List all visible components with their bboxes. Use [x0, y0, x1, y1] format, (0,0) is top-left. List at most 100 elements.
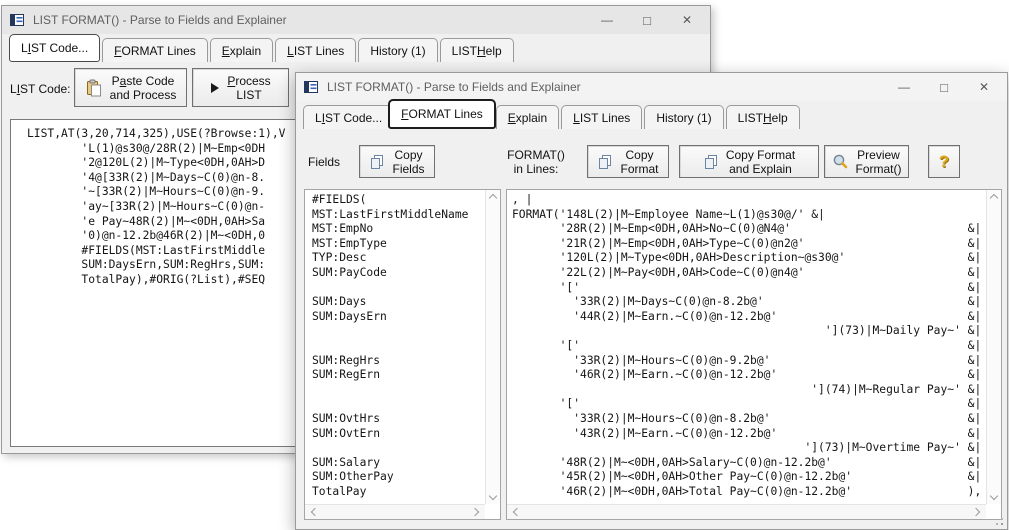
screenshot-stage: LIST FORMAT() - Parse to Fields and Expl…: [0, 0, 1009, 530]
maximize-button[interactable]: □: [927, 73, 961, 101]
field-line: [312, 324, 485, 339]
tab-label-part: History (1): [656, 111, 711, 125]
field-line: [312, 383, 485, 398]
paste-icon: [85, 79, 103, 97]
tab-label-part: History (1): [370, 44, 425, 58]
tab-list-code[interactable]: LIST Code...: [303, 105, 394, 129]
field-line: TYP:Desc: [312, 251, 485, 266]
field-line: [312, 441, 485, 456]
tab-label-part: E: [222, 44, 230, 58]
scroll-left-icon[interactable]: [311, 508, 319, 516]
minimize-button[interactable]: —: [887, 73, 921, 101]
button-label: CopyFields: [392, 148, 424, 176]
tab-list-lines[interactable]: LIST Lines: [561, 105, 642, 129]
format-line: '48R(2)|M~<0DH,0AH>Salary~C(0)@n-12.2b@'…: [512, 456, 986, 471]
tab-list-help[interactable]: LIST Help: [440, 38, 514, 62]
window-title: LIST FORMAT() - Parse to Fields and Expl…: [33, 13, 287, 27]
window-title: LIST FORMAT() - Parse to Fields and Expl…: [327, 80, 581, 94]
close-button[interactable]: ✕: [670, 6, 704, 34]
close-button[interactable]: ✕: [967, 73, 1001, 101]
back-tab-row: LIST Code... FORMAT Lines Explain LIST L…: [9, 36, 710, 62]
process-list-button[interactable]: ProcessLIST: [192, 68, 289, 107]
format-line: '28R(2)|M~Emp<0DH,0AH>No~C(0)@N4@' &|: [512, 222, 986, 237]
tab-list-code[interactable]: LIST Code...: [9, 34, 100, 62]
button-label-line: and Explain: [729, 162, 792, 176]
tab-list-help[interactable]: LIST Help: [726, 105, 800, 129]
format-line: '[' &|: [512, 281, 986, 296]
copy-format-and-explain-button[interactable]: Copy Formatand Explain: [679, 145, 819, 178]
tab-history[interactable]: History (1): [644, 105, 723, 129]
format-line: '[' &|: [512, 397, 986, 412]
tab-format-lines[interactable]: FORMAT Lines: [102, 38, 208, 62]
field-line: MST:EmpNo: [312, 222, 485, 237]
fields-pane[interactable]: #FIELDS( MST:LastFirstMiddleName MST:Emp…: [304, 189, 501, 520]
tab-label-part: LIST: [738, 111, 763, 125]
button-label: Paste Codeand Process: [110, 74, 177, 102]
resize-grip[interactable]: [1001, 523, 1003, 525]
minimize-button[interactable]: —: [590, 6, 624, 34]
field-line: SUM:RegHrs: [312, 354, 485, 369]
button-label: ProcessLIST: [227, 74, 270, 102]
tab-label-part: elp: [486, 44, 502, 58]
field-line: TotalPay: [312, 485, 485, 500]
tab-explain[interactable]: Explain: [210, 38, 273, 62]
vertical-scrollbar[interactable]: [986, 190, 1001, 504]
scroll-up-icon[interactable]: [489, 194, 497, 202]
paste-code-and-process-button[interactable]: Paste Codeand Process: [74, 68, 187, 107]
field-line: SUM:DaysErn: [312, 310, 485, 325]
scroll-right-icon[interactable]: [972, 508, 980, 516]
front-window-controls: — □ ✕: [887, 73, 1007, 101]
front-titlebar[interactable]: LIST FORMAT() - Parse to Fields and Expl…: [296, 73, 1007, 101]
field-line: MST:LastFirstMiddleName: [312, 208, 485, 223]
list-code-label: LIST Code:: [10, 82, 71, 96]
tab-label-part: LIST: [452, 44, 477, 58]
maximize-button[interactable]: □: [630, 6, 664, 34]
field-line: SUM:OvtErn: [312, 427, 485, 442]
tab-label-part: E: [508, 111, 516, 125]
label-part: FORMAT(): [507, 148, 565, 162]
format-line: , |: [512, 193, 986, 208]
format-line: FORMAT('148L(2)|M~Employee Name~L(1)@s30…: [512, 208, 986, 223]
tab-history[interactable]: History (1): [358, 38, 437, 62]
scroll-up-icon[interactable]: [990, 194, 998, 202]
button-label-line: Copy Format: [726, 148, 795, 162]
scroll-right-icon[interactable]: [471, 508, 479, 516]
tab-label-part: ORMAT Lines: [409, 107, 483, 121]
tab-label-part: H: [477, 44, 486, 58]
copy-icon: [597, 154, 613, 170]
scroll-down-icon[interactable]: [489, 492, 497, 500]
copy-fields-button[interactable]: CopyFields: [359, 145, 435, 178]
horizontal-scrollbar[interactable]: [507, 504, 986, 519]
format-line: '](74)|M~Regular Pay~' &|: [512, 383, 986, 398]
vertical-scrollbar[interactable]: [485, 190, 500, 504]
copy-format-button[interactable]: CopyFormat: [587, 145, 669, 178]
tab-explain[interactable]: Explain: [496, 105, 559, 129]
magnifier-icon: [832, 153, 849, 170]
button-label-line: rocess: [235, 74, 270, 88]
field-line: SUM:Days: [312, 295, 485, 310]
fields-text[interactable]: #FIELDS( MST:LastFirstMiddleName MST:Emp…: [305, 190, 485, 504]
tab-list-lines[interactable]: LIST Lines: [275, 38, 356, 62]
format-lines-text[interactable]: , | FORMAT('148L(2)|M~Employee Name~L(1)…: [507, 190, 986, 504]
scroll-down-icon[interactable]: [990, 492, 998, 500]
help-button[interactable]: ?: [928, 145, 960, 178]
field-line: SUM:RegErn: [312, 368, 485, 383]
scroll-left-icon[interactable]: [513, 508, 521, 516]
horizontal-scrollbar[interactable]: [305, 504, 485, 519]
format-line: '120L(2)|M~Type<0DH,0AH>Description~@s30…: [512, 251, 986, 266]
format-lines-pane[interactable]: , | FORMAT('148L(2)|M~Employee Name~L(1)…: [506, 189, 1002, 520]
app-icon: [304, 80, 319, 94]
tab-label-part: ST Code...: [31, 41, 88, 55]
preview-format-button[interactable]: PreviewFormat(): [824, 145, 909, 178]
tab-format-lines[interactable]: FORMAT Lines: [388, 99, 496, 129]
tab-label-part: xplain: [230, 44, 261, 58]
format-line: '](73)|M~Daily Pay~' &|: [512, 324, 986, 339]
tab-label-part: L: [287, 44, 294, 58]
tab-label-part: xplain: [516, 111, 547, 125]
back-window-controls: — □ ✕: [590, 6, 710, 34]
format-line: '33R(2)|M~Hours~C(0)@n-9.2b@' &|: [512, 354, 986, 369]
back-titlebar[interactable]: LIST FORMAT() - Parse to Fields and Expl…: [2, 6, 710, 34]
format-line: '21R(2)|M~Emp<0DH,0AH>Type~C(0)@n2@' &|: [512, 237, 986, 252]
field-line: [312, 281, 485, 296]
button-label-line: and Process: [110, 88, 177, 102]
